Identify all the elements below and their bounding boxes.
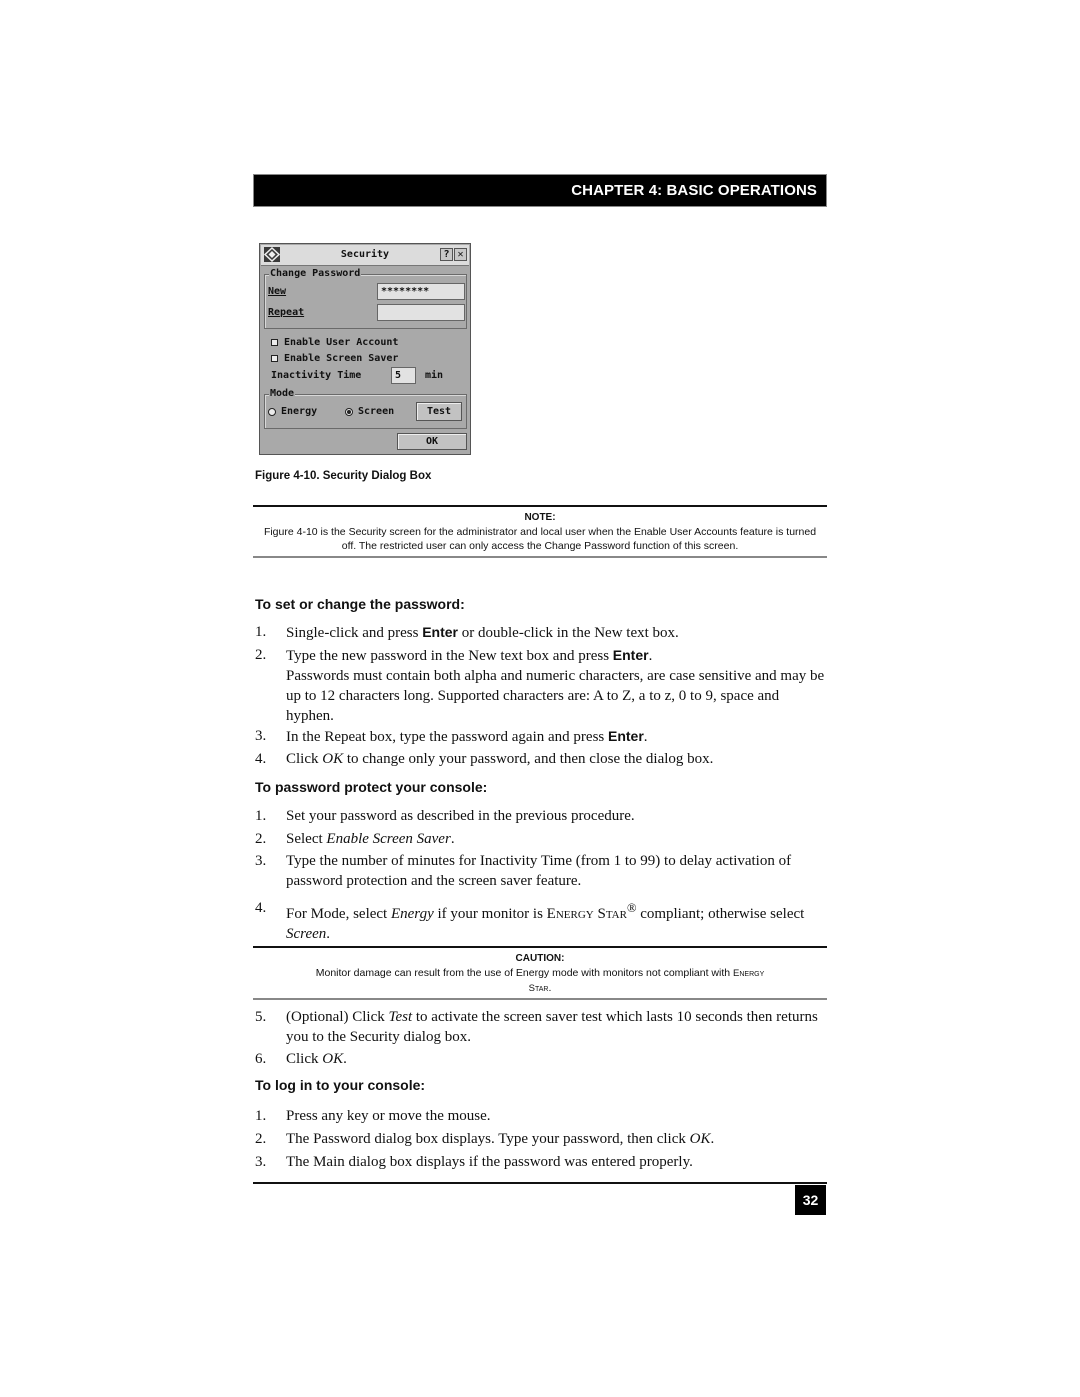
screen-label: Screen — [358, 406, 395, 417]
dialog-title-bar: Security ? ✕ — [261, 245, 469, 266]
repeat-label: Repeat — [268, 307, 305, 318]
enable-screen-saver-label: Enable Screen Saver — [284, 353, 399, 364]
list-item: 2. The Password dialog box displays. Typ… — [255, 1131, 715, 1147]
list-item: 2. Type the new password in the New text… — [255, 645, 827, 726]
section-heading-set-password: To set or change the password: — [255, 596, 465, 612]
chapter-title: CHAPTER 4: BASIC OPERATIONS — [571, 182, 817, 199]
note-heading: NOTE: — [524, 512, 556, 523]
section-heading-login: To log in to your console: — [255, 1077, 426, 1093]
enable-screen-saver-checkbox[interactable] — [271, 355, 278, 362]
note-box: NOTE: Figure 4-10 is the Security screen… — [253, 505, 827, 558]
page-number: 32 — [795, 1185, 826, 1215]
list-item: 1. Press any key or move the mouse. — [255, 1108, 491, 1124]
test-button[interactable]: Test — [416, 402, 462, 421]
footer-rule — [253, 1182, 827, 1184]
caution-heading: CAUTION: — [515, 953, 565, 964]
dialog-title: Security — [340, 249, 390, 260]
security-dialog: Security ? ✕ Change Password New *******… — [259, 243, 471, 455]
list-item: 3. Type the number of minutes for Inacti… — [255, 853, 792, 889]
mode-group: Mode Energy Screen Test — [264, 388, 467, 429]
list-item: 5. (Optional) Click Test to activate the… — [255, 1009, 818, 1045]
section-heading-protect-console: To password protect your console: — [255, 779, 488, 795]
chapter-header-bar: CHAPTER 4: BASIC OPERATIONS — [253, 174, 827, 207]
inactivity-unit-label: min — [425, 370, 444, 381]
list-item: 4. Click OK to change only your password… — [255, 751, 714, 767]
help-button[interactable]: ? — [440, 248, 453, 261]
list-item: 1. Set your password as described in the… — [255, 808, 635, 824]
energy-label: Energy — [281, 406, 318, 417]
inactivity-time-label: Inactivity Time — [271, 370, 362, 381]
change-password-legend: Change Password — [269, 268, 362, 279]
enable-user-account-checkbox[interactable] — [271, 339, 278, 346]
change-password-group: Change Password New ******** Repeat — [264, 268, 467, 329]
new-label: New — [268, 286, 287, 297]
step-detail: Passwords must contain both alpha and nu… — [286, 668, 825, 724]
screen-radio[interactable] — [345, 408, 353, 416]
energy-radio[interactable] — [268, 408, 276, 416]
list-item: 4. For Mode, select Energy if your monit… — [255, 900, 805, 942]
list-item: 3. In the Repeat box, type the password … — [255, 728, 648, 745]
caution-box: CAUTION: Monitor damage can result from … — [253, 946, 827, 1000]
new-password-field[interactable]: ******** — [377, 283, 465, 300]
close-button[interactable]: ✕ — [454, 248, 467, 261]
enable-user-account-label: Enable User Account — [284, 337, 399, 348]
inactivity-time-field[interactable]: 5 — [391, 367, 416, 384]
repeat-password-field[interactable] — [377, 304, 465, 321]
list-item: 6. Click OK. — [255, 1051, 347, 1067]
note-text: Figure 4-10 is the Security screen for t… — [263, 526, 817, 552]
list-item: 1. Single-click and press Enter or doubl… — [255, 624, 679, 641]
caution-text: Monitor damage can result from the use o… — [315, 967, 765, 994]
list-item: 3. The Main dialog box displays if the p… — [255, 1154, 693, 1170]
figure-caption: Figure 4-10. Security Dialog Box — [255, 470, 432, 482]
mode-legend: Mode — [269, 388, 296, 399]
ok-button[interactable]: OK — [397, 433, 467, 450]
list-item: 2. Select Enable Screen Saver. — [255, 831, 455, 847]
